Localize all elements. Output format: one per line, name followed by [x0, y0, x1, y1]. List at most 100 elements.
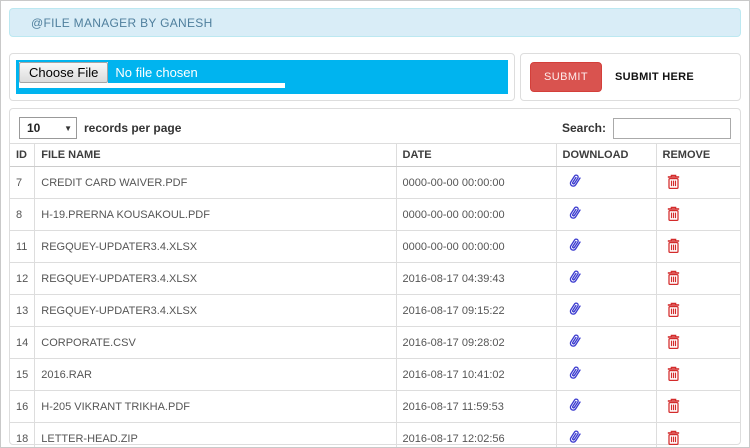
paperclip-icon — [569, 270, 581, 283]
remove-link[interactable] — [666, 269, 681, 286]
paperclip-icon — [569, 174, 581, 187]
file-input-row: Choose File No file chosen — [19, 62, 285, 83]
files-table-head: ID FILE NAME DATE DOWNLOAD REMOVE — [10, 143, 740, 167]
table-row: 11 REGQUEY-UPDATER3.4.XLSX 0000-00-00 00:0… — [10, 230, 740, 263]
cell-date: 2016-08-17 09:28:02 — [395, 326, 557, 359]
search-controls: Search: — [561, 117, 731, 139]
download-link[interactable] — [566, 300, 584, 318]
cell-file-name: LETTER-HEAD.ZIP — [34, 422, 397, 447]
cell-download — [555, 422, 657, 447]
submit-button[interactable]: SUBMIT — [530, 62, 602, 92]
trash-icon — [667, 270, 679, 285]
column-header-file-name[interactable]: FILE NAME — [34, 143, 397, 167]
cell-id: 11 — [10, 230, 36, 263]
cell-date: 2016-08-17 12:02:56 — [395, 422, 557, 447]
table-row: 16 H-205 VIKRANT TRIKHA.PDF 2016-08-17 11:… — [10, 390, 740, 423]
chevron-down-icon: ▼ — [64, 123, 72, 133]
cell-remove — [655, 198, 740, 231]
trash-icon — [667, 174, 679, 189]
search-input[interactable] — [613, 117, 731, 139]
page-size-select[interactable]: 10 ▼ — [19, 117, 77, 139]
cell-file-name: H-205 VIKRANT TRIKHA.PDF — [34, 390, 397, 423]
cell-date: 2016-08-17 04:39:43 — [395, 262, 557, 295]
files-table: ID FILE NAME DATE DOWNLOAD REMOVE 7 CREDIT CA… — [10, 143, 740, 447]
submit-panel: SUBMIT SUBMIT HERE — [520, 53, 741, 101]
download-link[interactable] — [566, 236, 584, 254]
paperclip-icon — [569, 366, 581, 379]
download-link[interactable] — [566, 332, 584, 350]
cell-date: 2016-08-17 09:15:22 — [395, 294, 557, 327]
cell-file-name: REGQUEY-UPDATER3.4.XLSX — [34, 230, 397, 263]
paperclip-icon — [569, 206, 581, 219]
cell-date: 2016-08-17 11:59:53 — [395, 390, 557, 423]
cell-remove — [655, 262, 740, 295]
choose-file-button[interactable]: Choose File — [19, 62, 109, 83]
cell-file-name: CREDIT CARD WAIVER.PDF — [34, 166, 397, 199]
cell-remove — [655, 422, 740, 447]
table-row: 7 CREDIT CARD WAIVER.PDF 0000-00-00 00:00:… — [10, 166, 740, 199]
paperclip-icon — [569, 430, 581, 443]
app-header: @FILE MANAGER BY GANESH — [9, 8, 741, 37]
trash-icon — [667, 334, 679, 349]
cell-file-name: REGQUEY-UPDATER3.4.XLSX — [34, 294, 397, 327]
upload-row: Choose File No file chosen SUBMIT SUBMIT… — [9, 53, 741, 101]
download-link[interactable] — [566, 268, 584, 286]
cell-file-name: H-19.PRERNA KOUSAKOUL.PDF — [34, 198, 397, 231]
cell-remove — [655, 390, 740, 423]
cell-id: 7 — [10, 166, 36, 199]
upload-bar: Choose File No file chosen — [16, 60, 508, 94]
cell-id: 13 — [10, 294, 36, 327]
upload-panel: Choose File No file chosen — [9, 53, 515, 101]
column-header-remove[interactable]: REMOVE — [655, 143, 740, 167]
file-table-body: 7 CREDIT CARD WAIVER.PDF 0000-00-00 00:00:… — [10, 166, 740, 447]
trash-icon — [667, 398, 679, 413]
cell-remove — [655, 294, 740, 327]
trash-icon — [667, 430, 679, 445]
download-link[interactable] — [566, 396, 584, 414]
cell-date: 0000-00-00 00:00:00 — [395, 198, 557, 231]
download-link[interactable] — [566, 428, 584, 446]
trash-icon — [667, 206, 679, 221]
page-size-value: 10 — [27, 121, 41, 135]
cell-download — [555, 262, 657, 295]
table-row: 15 2016.RAR 2016-08-17 10:41:02 — [10, 358, 740, 391]
search-label: Search: — [561, 121, 606, 135]
file-input[interactable]: Choose File No file chosen — [19, 62, 285, 88]
table-controls: 10 ▼ records per page Search: — [10, 117, 740, 139]
download-link[interactable] — [566, 204, 584, 222]
cell-download — [555, 358, 657, 391]
remove-link[interactable] — [666, 397, 681, 414]
cell-download — [555, 166, 657, 199]
cell-file-name: CORPORATE.CSV — [34, 326, 397, 359]
column-header-download[interactable]: DOWNLOAD — [555, 143, 657, 167]
remove-link[interactable] — [666, 237, 681, 254]
remove-link[interactable] — [666, 365, 681, 382]
table-row: 14 CORPORATE.CSV 2016-08-17 09:28:02 — [10, 326, 740, 359]
cell-file-name: REGQUEY-UPDATER3.4.XLSX — [34, 262, 397, 295]
trash-icon — [667, 302, 679, 317]
column-header-date[interactable]: DATE — [395, 143, 557, 167]
cell-id: 18 — [10, 422, 36, 447]
cell-remove — [655, 326, 740, 359]
cell-id: 15 — [10, 358, 36, 391]
cell-id: 8 — [10, 198, 36, 231]
trash-icon — [667, 366, 679, 381]
cell-remove — [655, 230, 740, 263]
cell-date: 2016-08-17 10:41:02 — [395, 358, 557, 391]
cell-id: 16 — [10, 390, 36, 423]
remove-link[interactable] — [666, 429, 681, 446]
paperclip-icon — [569, 334, 581, 347]
cell-download — [555, 198, 657, 231]
paperclip-icon — [569, 302, 581, 315]
download-link[interactable] — [566, 172, 584, 190]
paperclip-icon — [569, 398, 581, 411]
remove-link[interactable] — [666, 301, 681, 318]
remove-link[interactable] — [666, 333, 681, 350]
cell-download — [555, 230, 657, 263]
remove-link[interactable] — [666, 173, 681, 190]
download-link[interactable] — [566, 364, 584, 382]
remove-link[interactable] — [666, 205, 681, 222]
submit-here-label: SUBMIT HERE — [614, 71, 695, 83]
cell-date: 0000-00-00 00:00:00 — [395, 230, 557, 263]
column-header-id[interactable]: ID — [10, 143, 36, 167]
